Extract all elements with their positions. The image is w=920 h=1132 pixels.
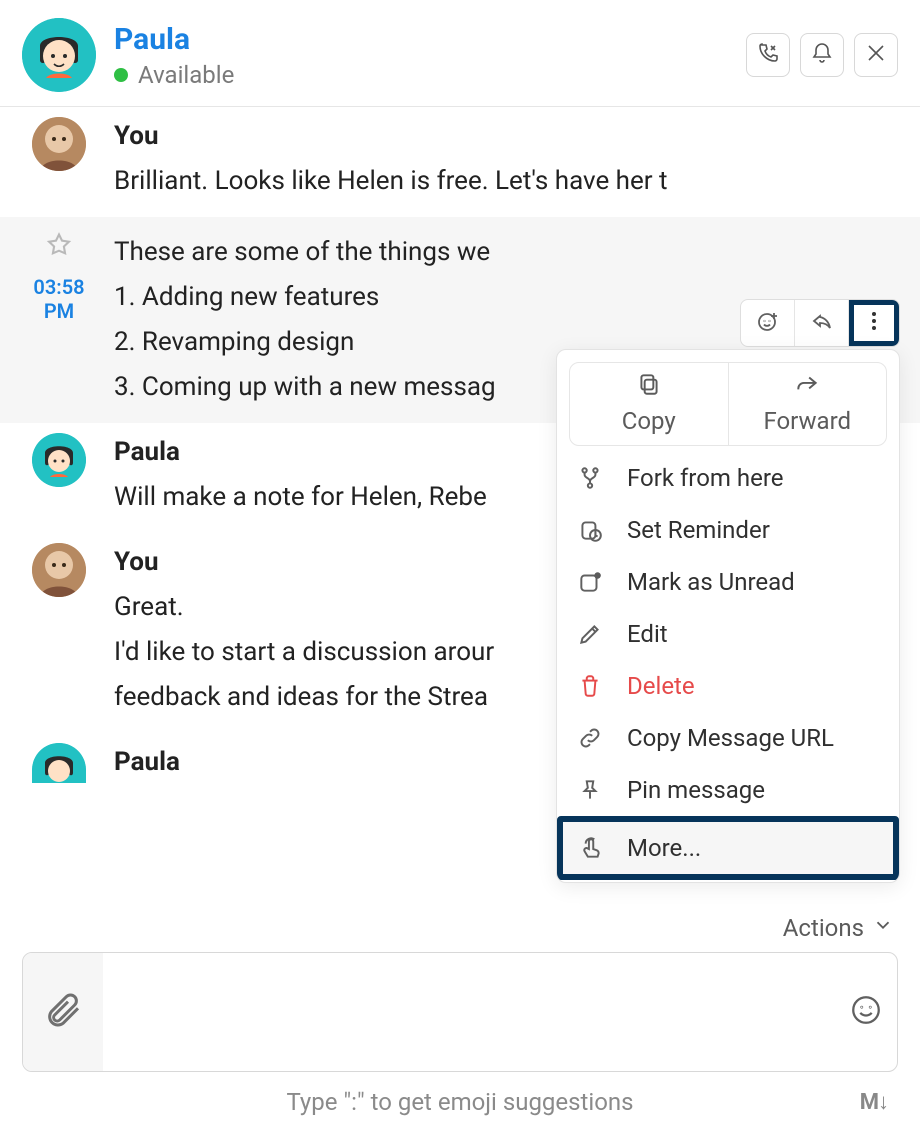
presence-label: Available bbox=[138, 61, 234, 89]
message-composer bbox=[22, 952, 898, 1072]
message-timestamp: 03:58 PM bbox=[33, 275, 84, 323]
menu-label: Copy Message URL bbox=[627, 724, 834, 752]
menu-fork[interactable]: Fork from here bbox=[557, 452, 899, 504]
copy-icon bbox=[636, 371, 662, 407]
messages-pane: You Brilliant. Looks like Helen is free.… bbox=[0, 107, 920, 908]
link-icon bbox=[577, 725, 603, 751]
message-hover-toolbar bbox=[740, 299, 900, 347]
message: You Brilliant. Looks like Helen is free.… bbox=[0, 107, 920, 217]
reply-button[interactable] bbox=[795, 300, 849, 346]
chevron-down-icon bbox=[864, 914, 894, 942]
forward-icon bbox=[794, 371, 820, 407]
tap-icon bbox=[577, 835, 603, 861]
phone-icon bbox=[756, 41, 780, 69]
menu-label: Fork from here bbox=[627, 464, 783, 492]
pencil-icon bbox=[577, 621, 603, 647]
smile-icon bbox=[849, 1012, 883, 1031]
menu-copy-url[interactable]: Copy Message URL bbox=[557, 712, 899, 764]
unread-icon bbox=[577, 569, 603, 595]
paperclip-icon bbox=[43, 990, 83, 1034]
chat-title[interactable]: Paula bbox=[114, 22, 234, 57]
message-context-menu: Copy Forward Fork from here Set Reminder bbox=[556, 349, 900, 883]
menu-label: More... bbox=[627, 834, 701, 862]
emoji-add-icon bbox=[756, 309, 780, 337]
star-icon[interactable] bbox=[45, 231, 73, 271]
menu-more[interactable]: More... bbox=[563, 822, 893, 874]
copy-label: Copy bbox=[622, 407, 676, 435]
call-button[interactable] bbox=[746, 33, 790, 77]
notifications-button[interactable] bbox=[800, 33, 844, 77]
reply-icon bbox=[810, 309, 834, 337]
bell-icon bbox=[810, 41, 834, 69]
close-button[interactable] bbox=[854, 33, 898, 77]
forward-label: Forward bbox=[763, 407, 851, 435]
more-button[interactable] bbox=[849, 300, 899, 346]
close-icon bbox=[864, 41, 888, 69]
fork-icon bbox=[577, 465, 603, 491]
kebab-icon bbox=[862, 309, 886, 337]
sender-label: You bbox=[114, 117, 898, 156]
menu-label: Delete bbox=[627, 672, 695, 700]
copy-button[interactable]: Copy bbox=[570, 363, 728, 445]
pin-icon bbox=[577, 777, 603, 803]
presence-status: Available bbox=[114, 61, 234, 89]
message-input[interactable] bbox=[103, 953, 897, 1071]
actions-dropdown[interactable]: Actions bbox=[22, 908, 898, 952]
emoji-picker-button[interactable] bbox=[849, 993, 883, 1031]
avatar-you[interactable] bbox=[32, 543, 86, 597]
composer-hint: Type ":" to get emoji suggestions bbox=[286, 1088, 633, 1116]
menu-set-reminder[interactable]: Set Reminder bbox=[557, 504, 899, 556]
menu-label: Mark as Unread bbox=[627, 568, 795, 596]
header-avatar[interactable] bbox=[22, 18, 96, 92]
message-text: Brilliant. Looks like Helen is free. Let… bbox=[114, 162, 898, 201]
menu-label: Set Reminder bbox=[627, 516, 770, 544]
markdown-indicator[interactable]: M↓ bbox=[860, 1089, 888, 1115]
menu-delete[interactable]: Delete bbox=[557, 660, 899, 712]
menu-pin[interactable]: Pin message bbox=[557, 764, 899, 816]
chat-header: Paula Available bbox=[0, 0, 920, 107]
menu-edit[interactable]: Edit bbox=[557, 608, 899, 660]
avatar-you[interactable] bbox=[32, 117, 86, 171]
trash-icon bbox=[577, 673, 603, 699]
menu-label: Pin message bbox=[627, 776, 765, 804]
react-button[interactable] bbox=[741, 300, 795, 346]
reminder-icon bbox=[577, 517, 603, 543]
presence-dot bbox=[114, 68, 128, 82]
actions-label: Actions bbox=[783, 914, 864, 942]
menu-mark-unread[interactable]: Mark as Unread bbox=[557, 556, 899, 608]
menu-label: Edit bbox=[627, 620, 668, 648]
avatar-paula[interactable] bbox=[32, 743, 86, 783]
avatar-paula[interactable] bbox=[32, 433, 86, 487]
forward-button[interactable]: Forward bbox=[728, 363, 887, 445]
attach-button[interactable] bbox=[23, 953, 103, 1071]
composer-area: Actions Type ":" to get emoji suggestion… bbox=[0, 908, 920, 1132]
